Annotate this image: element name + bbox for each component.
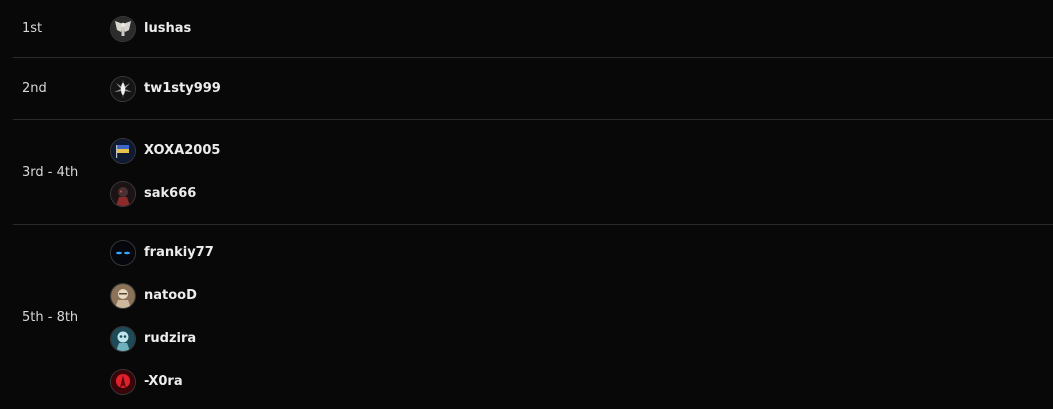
player-entry[interactable]: -X0ra <box>110 360 1053 403</box>
player-name[interactable]: lushas <box>144 21 191 36</box>
player-name[interactable]: rudzira <box>144 331 196 346</box>
standings-table: 1st lushas 2nd tw1sty999 3rd - 4th XOXA2… <box>13 0 1053 409</box>
player-name[interactable]: natooD <box>144 288 197 303</box>
player-entry[interactable]: sak666 <box>110 172 1053 215</box>
portrait-avatar[interactable] <box>110 282 136 309</box>
flag-avatar[interactable] <box>110 137 136 164</box>
teal-character-avatar[interactable] <box>110 325 136 352</box>
player-name[interactable]: sak666 <box>144 186 196 201</box>
place-label: 5th - 8th <box>22 309 79 325</box>
place-label: 1st <box>22 21 43 36</box>
player-entry[interactable]: lushas <box>110 7 1053 50</box>
angel-wings-avatar[interactable] <box>110 15 136 42</box>
standings-row-2nd: 2nd tw1sty999 <box>13 58 1053 120</box>
player-name[interactable]: tw1sty999 <box>144 81 221 96</box>
red-glow-avatar[interactable] <box>110 368 136 395</box>
player-entry[interactable]: frankiy77 <box>110 231 1053 274</box>
standings-row-3rd-4th: 3rd - 4th XOXA2005 sak666 <box>13 120 1053 225</box>
players-list: lushas <box>110 7 1053 50</box>
player-entry[interactable]: rudzira <box>110 317 1053 360</box>
player-entry[interactable]: natooD <box>110 274 1053 317</box>
player-entry[interactable]: XOXA2005 <box>110 129 1053 172</box>
blue-eyes-avatar[interactable] <box>110 239 136 266</box>
player-entry[interactable]: tw1sty999 <box>110 67 1053 110</box>
place-label: 2nd <box>22 81 47 96</box>
player-name[interactable]: -X0ra <box>144 374 183 389</box>
players-list: XOXA2005 sak666 <box>110 129 1053 215</box>
place-label: 3rd - 4th <box>22 164 79 180</box>
players-list: tw1sty999 <box>110 67 1053 110</box>
glowing-figure-avatar[interactable] <box>110 75 136 102</box>
standings-row-1st: 1st lushas <box>13 0 1053 58</box>
player-name[interactable]: frankiy77 <box>144 245 214 260</box>
players-list: frankiy77 natooD rudzira -X0ra <box>110 231 1053 403</box>
dark-red-character-avatar[interactable] <box>110 180 136 207</box>
standings-row-5th-8th: 5th - 8th frankiy77 natooD rudzira -X0ra <box>13 225 1053 409</box>
player-name[interactable]: XOXA2005 <box>144 143 220 158</box>
